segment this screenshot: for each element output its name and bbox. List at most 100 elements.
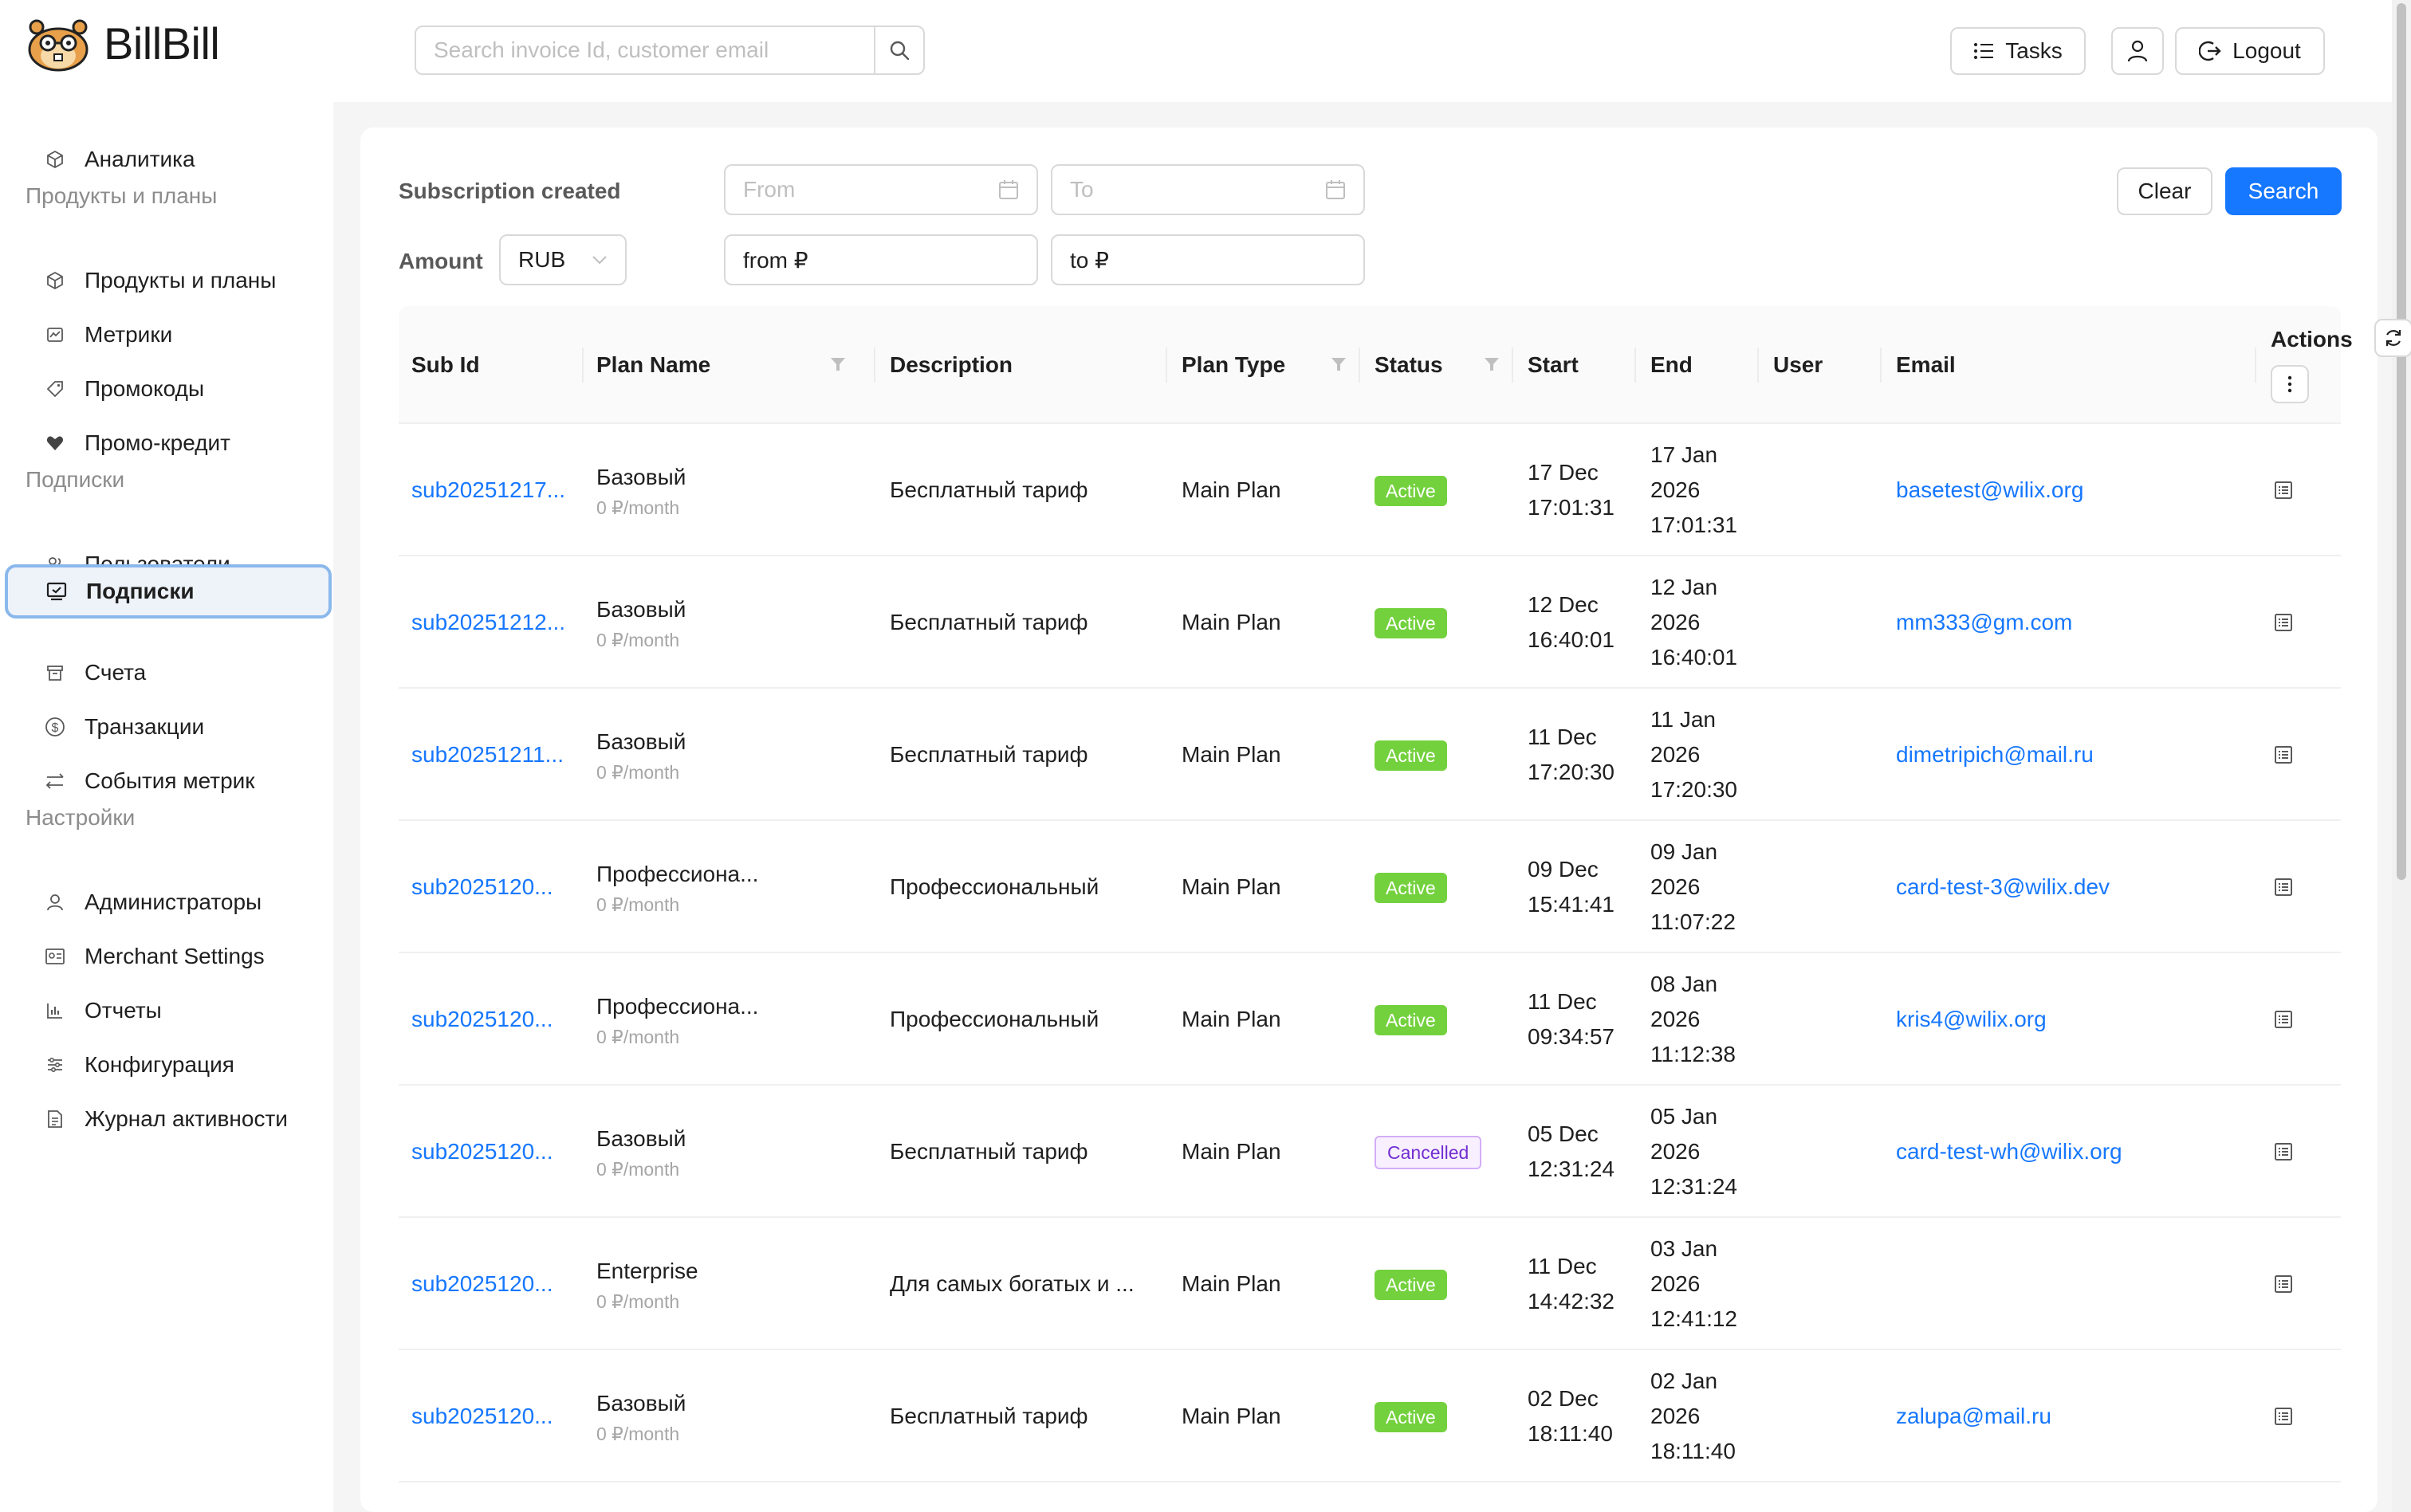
sidebar-item-promo-credit[interactable]: Промо-кредит — [0, 416, 333, 470]
email-link[interactable]: dimetripich@mail.ru — [1896, 737, 2247, 772]
sidebar-item-reports[interactable]: Отчеты — [0, 984, 333, 1038]
start-date: 11 Dec — [1528, 725, 1597, 749]
email-link[interactable]: zalupa@mail.ru — [1896, 1399, 2247, 1434]
email-link[interactable]: card-test-wh@wilix.org — [1896, 1134, 2247, 1169]
view-details-button[interactable] — [2261, 468, 2306, 513]
table-row[interactable]: sub2025120... Профессиона... 0 ₽/month Проф… — [399, 821, 2341, 953]
sidebar-item-transactions[interactable]: $ Транзакции — [0, 700, 333, 754]
filter-icon[interactable] — [829, 355, 847, 373]
sidebar-item-activity-log[interactable]: Журнал активности — [0, 1092, 333, 1146]
sidebar-item-admins[interactable]: Администраторы — [0, 875, 333, 929]
sidebar-item-metrics[interactable]: Метрики — [0, 308, 333, 362]
refresh-button[interactable] — [2374, 319, 2411, 357]
cell-email: card-test-3@wilix.dev — [1896, 821, 2247, 953]
filter-icon[interactable] — [1483, 355, 1500, 373]
end-year: 2026 — [1650, 742, 1701, 767]
table-row[interactable]: sub2025120... Базовый 0 ₽/month Бесплатный … — [399, 1086, 2341, 1218]
profile-button[interactable] — [2111, 27, 2164, 75]
search-submit-button[interactable] — [874, 27, 923, 73]
cell-plan-type: Main Plan — [1182, 556, 1357, 689]
view-details-button[interactable] — [2261, 1394, 2306, 1439]
logout-button[interactable]: Logout — [2175, 27, 2325, 75]
cell-sub-id: sub20251212... — [411, 556, 595, 689]
end-date: 08 Jan — [1650, 972, 1718, 996]
sub-id-link[interactable]: sub2025120... — [411, 1134, 595, 1169]
profile-list-icon — [2275, 878, 2292, 896]
sidebar-item-subscriptions[interactable]: Подписки — [5, 564, 332, 619]
sub-id-link[interactable]: sub2025120... — [411, 1399, 595, 1434]
from-placeholder: From — [743, 177, 796, 202]
amount-to-value: to ₽ — [1070, 247, 1109, 273]
email-link[interactable]: kris4@wilix.org — [1896, 1002, 2247, 1037]
sidebar-item-products[interactable]: Продукты и планы — [0, 253, 333, 308]
sub-id-link[interactable]: sub20251211... — [411, 737, 595, 772]
cell-plan-type: Main Plan — [1182, 821, 1357, 953]
id-card-icon — [45, 946, 65, 967]
sub-id-link[interactable]: sub2025120... — [411, 870, 595, 905]
email-link[interactable]: basetest@wilix.org — [1896, 473, 2247, 508]
end-year: 2026 — [1650, 1404, 1701, 1428]
table-row[interactable]: sub20251211... Базовый 0 ₽/month Бесплатный… — [399, 689, 2341, 821]
sidebar-item-merchant-settings[interactable]: Merchant Settings — [0, 929, 333, 984]
tasks-button[interactable]: Tasks — [1950, 27, 2086, 75]
profile-list-icon — [2275, 1011, 2292, 1028]
column-actions: Actions — [2256, 306, 2411, 424]
sidebar-item-invoices[interactable]: Счета — [0, 646, 333, 700]
email-link[interactable]: card-test-3@wilix.dev — [1896, 870, 2247, 905]
column-settings-button[interactable] — [2271, 365, 2309, 403]
sub-id-link[interactable]: sub2025120... — [411, 1002, 595, 1037]
email-link[interactable]: mm333@gm.com — [1896, 605, 2247, 640]
swap-icon — [45, 771, 65, 791]
cell-plan: Базовый 0 ₽/month — [596, 424, 875, 556]
cell-description: Бесплатный тариф — [890, 424, 1169, 556]
currency-select[interactable]: RUB — [499, 234, 627, 285]
table-row[interactable]: sub2025120... Профессиона... 0 ₽/month Проф… — [399, 953, 2341, 1086]
view-details-button[interactable] — [2261, 865, 2306, 909]
scrollbar-thumb[interactable] — [2397, 3, 2406, 880]
bar-chart-icon — [45, 1000, 65, 1021]
cell-sub-id: sub20251217... — [411, 424, 595, 556]
plan-type-text: Main Plan — [1182, 1139, 1281, 1164]
table-row[interactable]: sub20251217... Базовый 0 ₽/month Бесплатный… — [399, 424, 2341, 556]
sidebar-item-promocodes[interactable]: Промокоды — [0, 362, 333, 416]
created-from-date[interactable]: From — [724, 164, 1038, 215]
sub-id-link[interactable]: sub2025120... — [411, 1267, 595, 1302]
created-to-date[interactable]: To — [1051, 164, 1365, 215]
view-details-button[interactable] — [2261, 1262, 2306, 1306]
end-time: 12:41:12 — [1650, 1306, 1737, 1331]
search-button[interactable]: Search — [2225, 167, 2342, 215]
table-row[interactable]: sub2025120... Enterprise 0 ₽/month Для самы… — [399, 1218, 2341, 1350]
cell-email: basetest@wilix.org — [1896, 424, 2247, 556]
cell-status: Active — [1375, 1218, 1510, 1350]
table-row[interactable]: sub2025120... Базовый 0 ₽/month Бесплатный … — [399, 1350, 2341, 1483]
view-details-button[interactable] — [2261, 732, 2306, 777]
cell-sub-id: sub2025120... — [411, 821, 595, 953]
column-label: Description — [890, 352, 1013, 377]
filter-icon[interactable] — [1330, 355, 1347, 373]
sidebar-item-metric-events[interactable]: События метрик — [0, 754, 333, 808]
start-date: 09 Dec — [1528, 857, 1599, 882]
cell-plan-type: Main Plan — [1182, 424, 1357, 556]
end-year: 2026 — [1650, 610, 1701, 634]
sidebar-item-configuration[interactable]: Конфигурация — [0, 1038, 333, 1092]
view-details-button[interactable] — [2261, 1129, 2306, 1174]
clear-button[interactable]: Clear — [2117, 167, 2212, 215]
table-body: sub20251217... Базовый 0 ₽/month Бесплатный… — [399, 424, 2341, 1483]
cell-status: Active — [1375, 689, 1510, 821]
page-scrollbar[interactable] — [2392, 0, 2411, 1512]
amount-to-input[interactable]: to ₽ — [1051, 234, 1365, 285]
cell-plan: Профессиона... 0 ₽/month — [596, 953, 875, 1086]
sub-id-link[interactable]: sub20251217... — [411, 473, 595, 508]
cell-user — [1773, 1218, 1885, 1350]
table-row[interactable]: sub20251212... Базовый 0 ₽/month Бесплатный… — [399, 556, 2341, 689]
amount-from-input[interactable]: from ₽ — [724, 234, 1038, 285]
app-logo[interactable]: BillBill — [24, 14, 220, 72]
logout-label: Logout — [2232, 38, 2301, 63]
sidebar-item-analytics[interactable]: Аналитика — [0, 132, 333, 187]
view-details-button[interactable] — [2261, 997, 2306, 1042]
search-input[interactable] — [416, 27, 874, 73]
heart-icon — [45, 433, 65, 454]
sub-id-link[interactable]: sub20251212... — [411, 605, 595, 640]
subscription-created-label: Subscription created — [399, 179, 621, 203]
view-details-button[interactable] — [2261, 600, 2306, 645]
